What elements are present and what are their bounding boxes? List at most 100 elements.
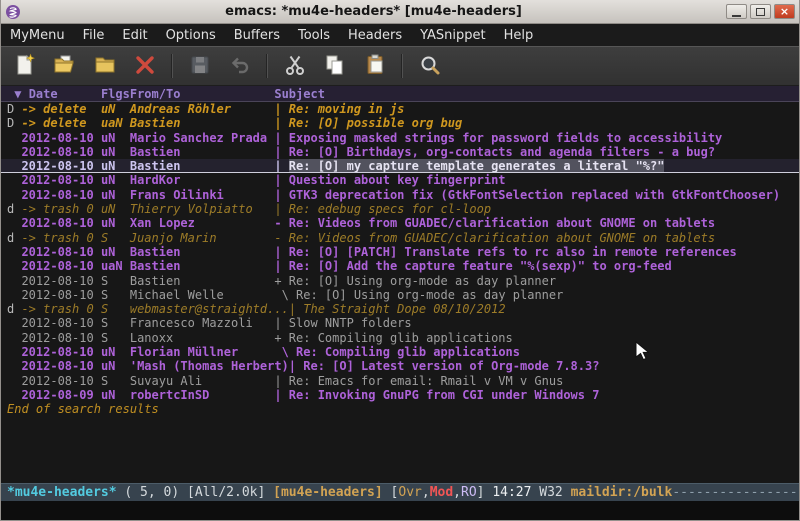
message-row[interactable]: 2012-08-10 uN Bastien | Re: [O] [PATCH] … — [1, 245, 799, 259]
paste-button[interactable] — [361, 52, 388, 80]
thread-separator: | — [274, 116, 288, 130]
menu-edit[interactable]: Edit — [113, 24, 156, 46]
paste-icon — [363, 53, 387, 80]
thread-separator: | — [274, 131, 288, 145]
date: -> delete — [21, 102, 100, 116]
titlebar[interactable]: emacs: *mu4e-headers* [mu4e-headers] × — [1, 0, 799, 24]
close-button[interactable]: × — [774, 4, 795, 19]
column-header-from-to[interactable]: From/To — [130, 87, 275, 101]
message-row[interactable]: D -> delete uN Andreas Röhler | Re: movi… — [1, 102, 799, 116]
kill-buffer-button[interactable] — [131, 52, 158, 80]
menu-help[interactable]: Help — [495, 24, 543, 46]
mark — [7, 359, 21, 373]
menu-headers[interactable]: Headers — [339, 24, 411, 46]
undo-icon — [228, 53, 252, 80]
message-row[interactable]: 2012-08-10 uN Florian Müllner \ Re: Comp… — [1, 345, 799, 359]
message-row[interactable]: 2012-08-10 uN 'Mash (Thomas Herbert)| Re… — [1, 359, 799, 373]
subject: Re: [O] possible org bug — [289, 116, 462, 130]
minimize-button[interactable] — [726, 4, 747, 19]
date: 2012-08-10 — [21, 131, 100, 145]
date: 2012-08-10 — [21, 331, 100, 345]
flags: S — [101, 274, 130, 288]
message-list: D -> delete uN Andreas Röhler | Re: movi… — [1, 102, 799, 402]
mark — [7, 331, 21, 345]
modeline-plain: W32 — [531, 485, 570, 500]
message-row[interactable]: d -> trash 0 S webmaster@straightd...| T… — [1, 302, 799, 316]
column-header-date[interactable]: Date — [29, 87, 101, 101]
column-header-subject[interactable]: Subject — [274, 87, 325, 101]
message-row[interactable]: 2012-08-10 uN Xan Lopez - Re: Videos fro… — [1, 216, 799, 230]
flags: uN — [101, 345, 130, 359]
column-header-flgs[interactable]: Flgs — [101, 87, 130, 101]
menu-yasnippet[interactable]: YASnippet — [411, 24, 495, 46]
message-row[interactable]: 2012-08-10 S Suvayu Ali | Re: Emacs for … — [1, 374, 799, 388]
subject: Exposing masked strings for password fie… — [289, 131, 722, 145]
date: 2012-08-09 — [21, 388, 100, 402]
modeline-mode: [mu4e-headers] — [273, 485, 383, 500]
date: 2012-08-10 — [21, 245, 100, 259]
message-row[interactable]: 2012-08-10 uN Frans Oilinki | GTK3 depre… — [1, 188, 799, 202]
menu-buffers[interactable]: Buffers — [225, 24, 289, 46]
copy-button[interactable] — [321, 52, 348, 80]
toolbar-separator — [401, 54, 403, 78]
date: 2012-08-10 — [21, 374, 100, 388]
message-row[interactable]: 2012-08-10 uN Bastien | Re: [O] my captu… — [1, 159, 799, 173]
message-row[interactable]: 2012-08-10 uN Mario Sanchez Prada | Expo… — [1, 131, 799, 145]
message-row[interactable]: d -> trash 0 uN Thierry Volpiatto | Re: … — [1, 202, 799, 216]
save-button[interactable] — [186, 52, 213, 80]
subject: Slow NNTP folders — [289, 316, 412, 330]
date: 2012-08-10 — [21, 259, 100, 273]
mark — [7, 316, 21, 330]
modeline-plain: ( 5, 0) — [117, 485, 187, 500]
flags: S — [101, 374, 130, 388]
search-button[interactable] — [416, 52, 443, 80]
message-row[interactable]: 2012-08-09 uN robertcInSD | Re: Invoking… — [1, 388, 799, 402]
mu4e-headers-buffer[interactable]: ▼ Date FlgsFrom/To Subject D -> delete u… — [1, 86, 799, 483]
mark: d — [7, 231, 21, 245]
message-row[interactable]: 2012-08-10 S Bastien + Re: [O] Using org… — [1, 274, 799, 288]
flags: uN — [101, 159, 130, 173]
flags: S — [101, 331, 130, 345]
menu-mymenu[interactable]: MyMenu — [1, 24, 74, 46]
open-file-button[interactable] — [51, 52, 78, 80]
mark — [7, 259, 21, 273]
menu-file[interactable]: File — [74, 24, 114, 46]
menu-tools[interactable]: Tools — [289, 24, 339, 46]
maximize-button[interactable] — [750, 4, 771, 19]
from: Bastien — [130, 259, 275, 273]
message-row[interactable]: D -> delete uaN Bastien | Re: [O] possib… — [1, 116, 799, 130]
flags: uN — [101, 145, 130, 159]
message-row[interactable]: 2012-08-10 S Francesco Mazzoli | Slow NN… — [1, 316, 799, 330]
message-row[interactable]: 2012-08-10 uN HardKor | Question about k… — [1, 173, 799, 187]
minimize-icon — [732, 15, 741, 17]
from: Bastien — [130, 145, 275, 159]
undo-button[interactable] — [226, 52, 253, 80]
subject: Re: edebug specs for cl-loop — [289, 202, 491, 216]
from: Frans Oilinki — [130, 188, 275, 202]
flags: S — [101, 288, 130, 302]
mode-line[interactable]: *mu4e-headers* ( 5, 0) [All/2.0k] [mu4e-… — [1, 483, 799, 501]
thread-separator: | — [274, 188, 288, 202]
subject: The Straight Dope 08/10/2012 — [303, 302, 505, 316]
from: Lanoxx — [130, 331, 275, 345]
flags: uN — [101, 173, 130, 187]
flags: uN — [101, 102, 130, 116]
cut-button[interactable] — [281, 52, 308, 80]
echo-area[interactable] — [1, 501, 799, 520]
modeline-plain: , — [453, 485, 461, 500]
new-file-button[interactable] — [11, 52, 38, 80]
dired-button[interactable] — [91, 52, 118, 80]
message-row[interactable]: 2012-08-10 uaN Bastien | Re: [O] Add the… — [1, 259, 799, 273]
copy-icon — [323, 53, 347, 80]
thread-separator: | — [289, 302, 303, 316]
message-row[interactable]: 2012-08-10 S Lanoxx + Re: Compiling glib… — [1, 331, 799, 345]
modeline-plain — [265, 485, 273, 500]
mark: D — [7, 116, 21, 130]
message-row[interactable]: 2012-08-10 S Michael Welle \ Re: [O] Usi… — [1, 288, 799, 302]
thread-separator: + — [274, 274, 288, 288]
message-row[interactable]: 2012-08-10 uN Bastien | Re: [O] Birthday… — [1, 145, 799, 159]
menu-options[interactable]: Options — [157, 24, 225, 46]
message-row[interactable]: d -> trash 0 S Juanjo Marin - Re: Videos… — [1, 231, 799, 245]
flags: S — [101, 231, 130, 245]
toolbar — [1, 46, 799, 86]
